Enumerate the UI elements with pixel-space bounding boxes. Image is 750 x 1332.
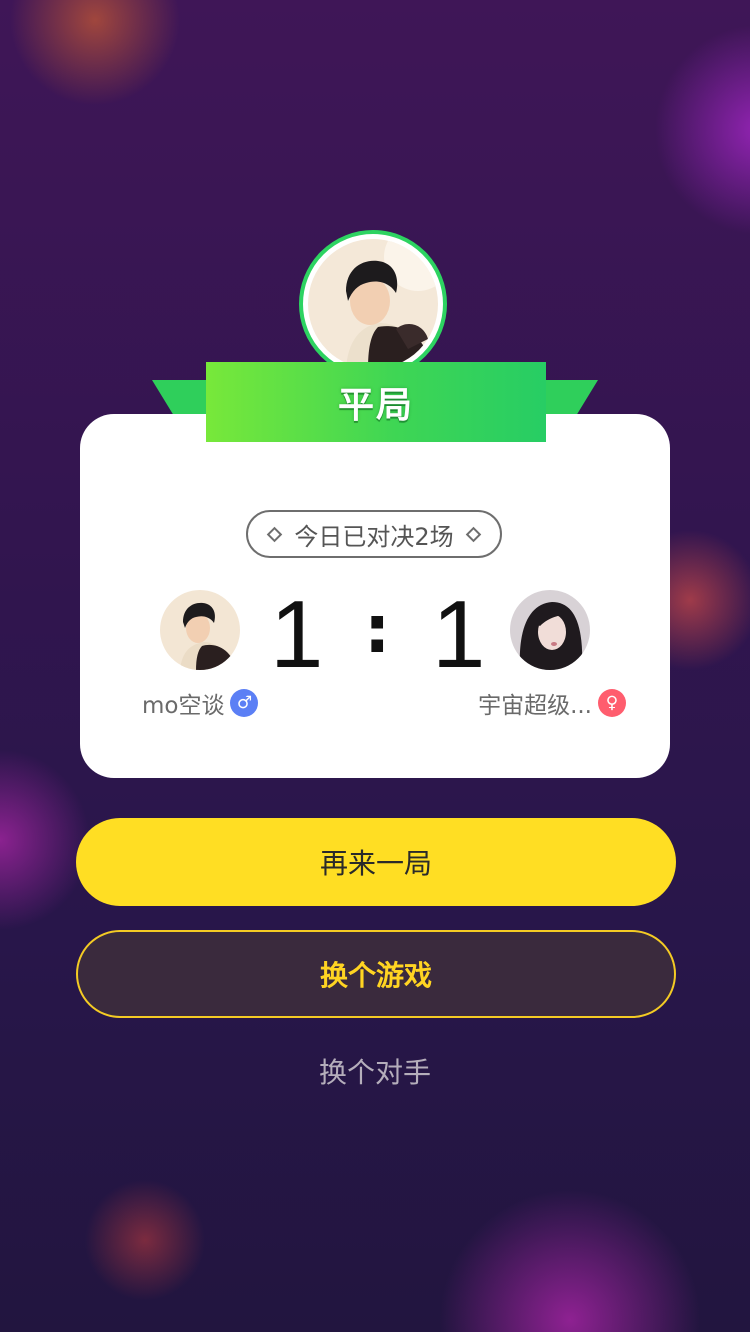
result-title: 平局 xyxy=(337,385,414,426)
player-right-avatar[interactable] xyxy=(510,590,590,670)
score-right: 1 xyxy=(432,581,486,688)
result-avatar xyxy=(299,230,447,378)
avatar-photo-boy xyxy=(160,590,240,670)
result-card: 今日已对决2场 1 : 1 mo空谈 ♂ 宇宙超级... ♀ xyxy=(80,414,670,778)
daily-matches-text: 今日已对决2场 xyxy=(294,522,454,551)
avatar-photo-girl xyxy=(510,590,590,670)
result-ribbon: 平局 xyxy=(206,362,546,442)
player-right-name: 宇宙超级... xyxy=(478,693,592,719)
player-left-avatar[interactable] xyxy=(160,590,240,670)
daily-matches-badge: 今日已对决2场 xyxy=(246,510,502,558)
male-icon: ♂ xyxy=(230,689,259,717)
player-left-info: mo空谈 ♂ xyxy=(142,686,259,720)
score-left: 1 xyxy=(270,581,324,688)
change-opponent-link[interactable]: 换个对手 xyxy=(275,1046,475,1096)
player-left-name: mo空谈 xyxy=(142,693,225,719)
avatar-photo-boy xyxy=(308,239,438,369)
play-again-button[interactable]: 再来一局 xyxy=(76,818,676,906)
diamond-icon xyxy=(267,526,283,542)
female-icon: ♀ xyxy=(598,689,626,717)
diamond-icon xyxy=(465,526,481,542)
player-right-info: 宇宙超级... ♀ xyxy=(478,686,626,720)
score-separator: : xyxy=(364,591,391,668)
change-game-button[interactable]: 换个游戏 xyxy=(76,930,676,1018)
